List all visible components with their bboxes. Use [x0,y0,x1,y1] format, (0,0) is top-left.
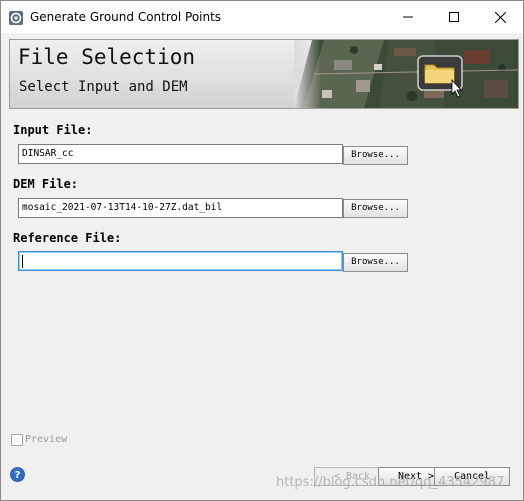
preview-label: Preview [25,434,68,445]
reference-file-browse-button[interactable]: Browse... [343,253,408,272]
svg-text:?: ? [15,470,21,481]
input-file-field[interactable]: DINSAR_cc [18,144,343,164]
banner-subtitle: Select Input and DEM [19,79,188,95]
watermark-text: https://blog.csdn.net/qq_43542987 [276,475,505,490]
wizard-header-banner: File Selection Select Input and DEM [9,39,519,109]
close-button[interactable] [477,1,523,33]
dem-file-browse-button[interactable]: Browse... [343,199,408,218]
minimize-icon [403,16,413,18]
maximize-button[interactable] [431,1,477,33]
satellite-image-graphic [294,40,518,108]
input-file-browse-button[interactable]: Browse... [343,146,408,165]
reference-file-field[interactable] [18,251,343,271]
reference-file-label: Reference File: [13,231,122,245]
title-bar: Generate Ground Control Points [1,1,523,33]
maximize-icon [449,12,459,22]
input-file-label: Input File: [13,123,93,137]
preview-checkbox[interactable] [11,434,23,446]
dem-file-label: DEM File: [13,177,79,191]
window-title: Generate Ground Control Points [30,10,222,24]
minimize-button[interactable] [385,1,431,33]
close-icon [494,11,506,23]
app-icon [9,11,23,25]
help-icon[interactable]: ? [10,467,25,482]
dialog-window: Generate Ground Control Points File Sele… [0,0,524,501]
dem-file-field[interactable]: mosaic_2021-07-13T14-10-27Z.dat_bil [18,198,343,218]
text-cursor [22,255,23,268]
banner-title: File Selection [18,45,196,69]
